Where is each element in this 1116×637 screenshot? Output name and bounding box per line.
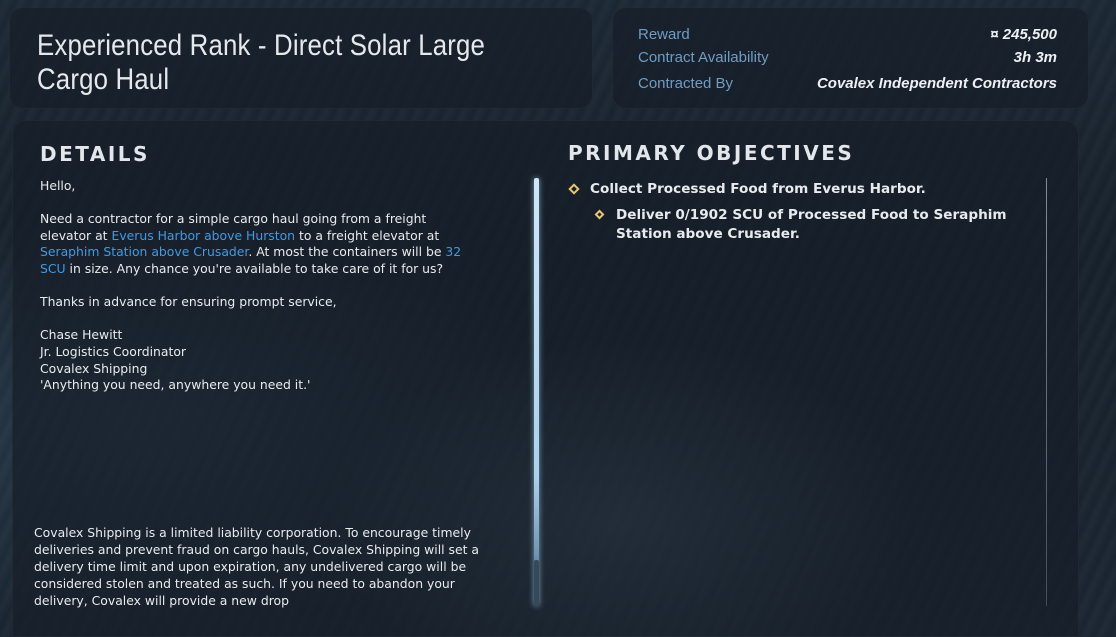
- sub-objective-item: Deliver 0/1902 SCU of Processed Food to …: [594, 206, 1014, 244]
- availability-value: 3h 3m: [1013, 49, 1057, 66]
- currency-icon: ¤: [990, 26, 999, 43]
- signature-title: Jr. Logistics Coordinator: [40, 343, 187, 359]
- objective-item: Collect Processed Food from Everus Harbo…: [568, 180, 1008, 199]
- contracted-by-row: Contracted By Covalex Independent Contra…: [638, 75, 1057, 97]
- details-scrollbar[interactable]: [534, 178, 539, 606]
- thanks-text: Thanks in advance for ensuring prompt se…: [40, 294, 337, 310]
- reward-row: Reward ¤ 245,500: [638, 26, 1057, 48]
- contract-title: Experienced Rank - Direct Solar Large Ca…: [37, 29, 486, 96]
- request-text-4: in size. Any chance you're available to …: [65, 260, 444, 276]
- objective-text: Collect Processed Food from Everus Harbo…: [590, 181, 926, 197]
- dropoff-location-link[interactable]: Seraphim Station above Crusader: [40, 244, 248, 259]
- objectives-scroll-track[interactable]: [1046, 178, 1047, 606]
- contract-title-panel: Experienced Rank - Direct Solar Large Ca…: [9, 7, 593, 109]
- request-text-2: to a freight elevator at: [295, 227, 440, 243]
- contracted-by-label: Contracted By: [638, 75, 734, 92]
- greeting-text: Hello,: [40, 178, 76, 193]
- pickup-location-link[interactable]: Everus Harbor above Hurston: [111, 228, 295, 243]
- sub-objective-text: Deliver 0/1902 SCU of Processed Food to …: [616, 207, 1007, 242]
- availability-row: Contract Availability 3h 3m: [638, 49, 1057, 71]
- reward-label: Reward: [638, 26, 690, 43]
- reward-value: 245,500: [1002, 26, 1057, 43]
- legal-disclaimer: Covalex Shipping is a limited liability …: [34, 525, 480, 608]
- signature-motto: 'Anything you need, anywhere you need it…: [40, 377, 311, 393]
- signature-block: Chase Hewitt Jr. Logistics Coordinator C…: [40, 327, 480, 393]
- request-paragraph: Need a contractor for a simple cargo hau…: [40, 211, 480, 277]
- reward-value-wrap: ¤ 245,500: [990, 26, 1057, 43]
- request-text-3: . At most the containers will be: [248, 244, 446, 260]
- availability-label: Contract Availability: [638, 49, 769, 66]
- details-heading: DETAILS: [40, 142, 150, 166]
- objectives-heading: PRIMARY OBJECTIVES: [568, 141, 855, 165]
- contracted-by-value: Covalex Independent Contractors: [816, 75, 1057, 92]
- details-scrollbar-track[interactable]: [534, 560, 539, 606]
- contract-main-panel: DETAILS Hello, Need a contractor for a s…: [12, 120, 1079, 637]
- contract-summary-panel: Reward ¤ 245,500 Contract Availability 3h…: [612, 7, 1089, 109]
- details-body[interactable]: Hello, Need a contractor for a simple ca…: [40, 178, 480, 394]
- signature-company: Covalex Shipping: [40, 360, 148, 376]
- signature-name: Chase Hewitt: [40, 327, 123, 343]
